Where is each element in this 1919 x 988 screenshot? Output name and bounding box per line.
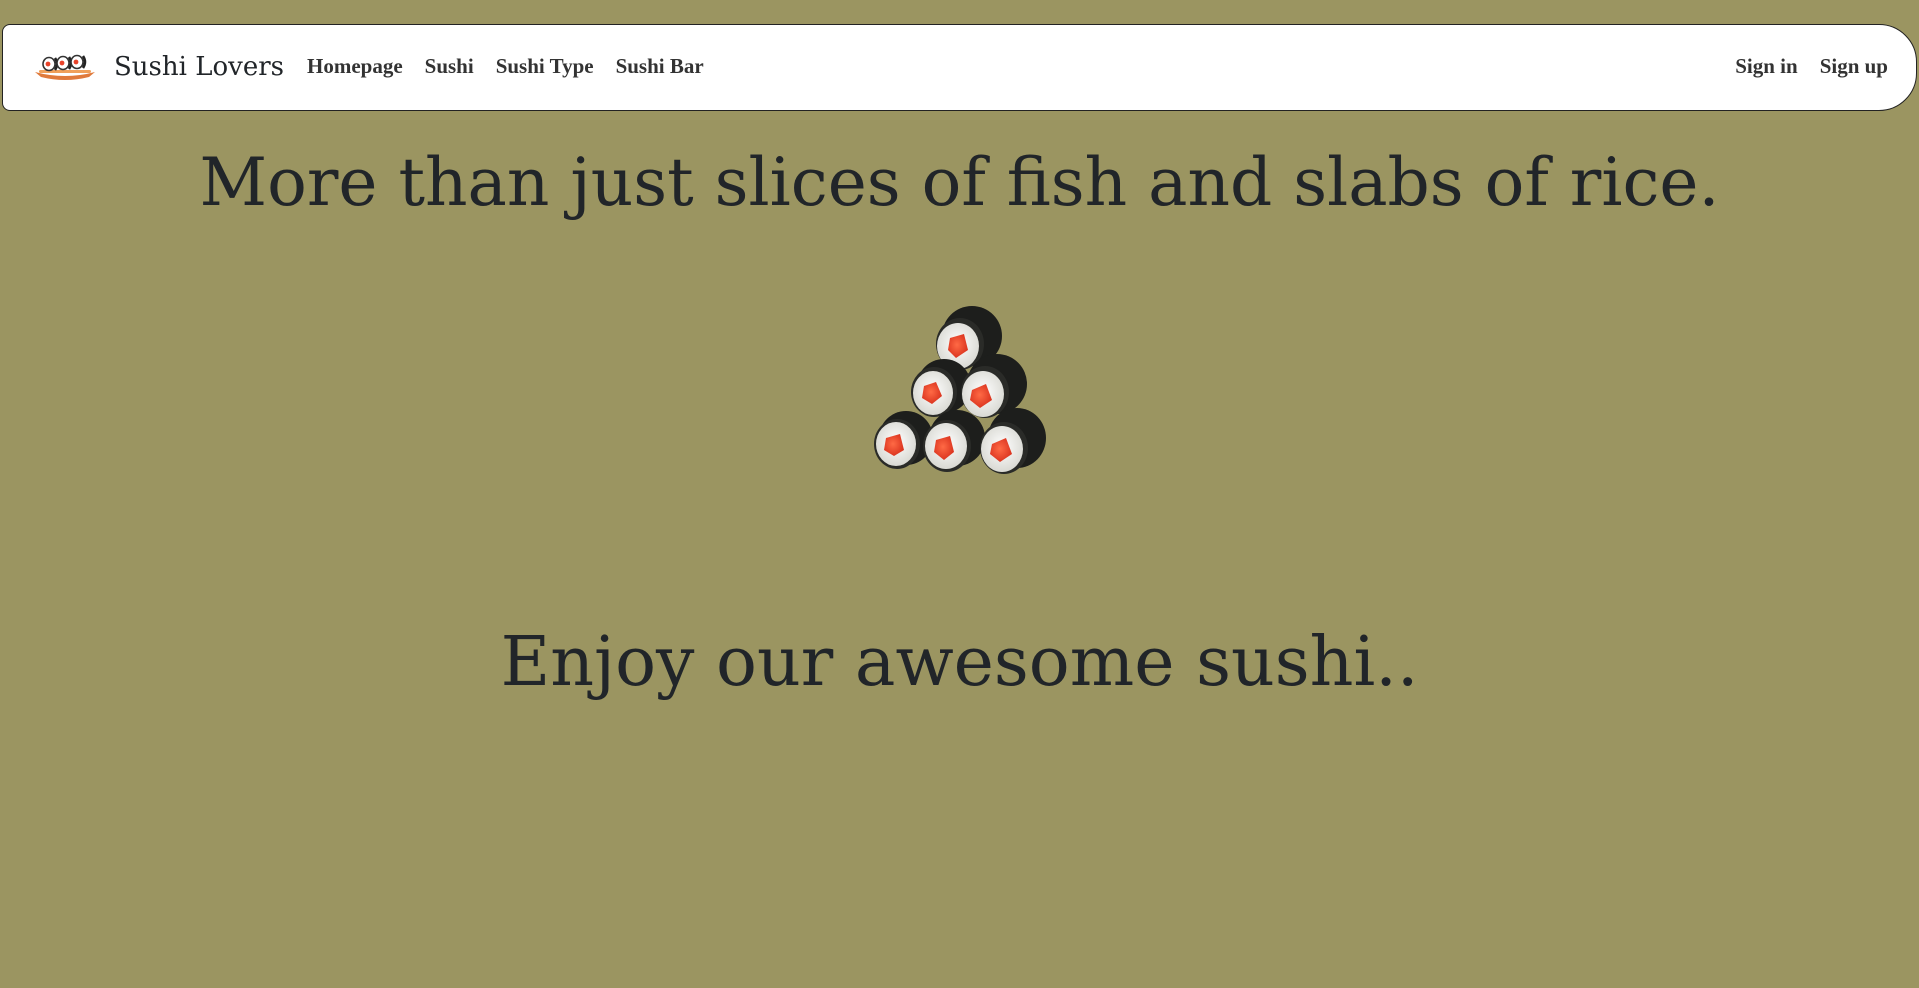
auth-nav: Sign in Sign up	[1735, 54, 1888, 79]
hero-subheadline: Enjoy our awesome sushi..	[500, 623, 1419, 702]
sushi-roll	[980, 408, 1046, 474]
nav-link-sushi-bar[interactable]: Sushi Bar	[616, 54, 704, 79]
brand-name: Sushi Lovers	[114, 52, 284, 82]
sushi-rolls-pyramid-image	[874, 306, 1046, 474]
hero-headline: More than just slices of fish and slabs …	[199, 144, 1720, 221]
nav-link-sushi-type[interactable]: Sushi Type	[496, 54, 594, 79]
brand[interactable]: Sushi Lovers	[33, 45, 284, 89]
sign-up-link[interactable]: Sign up	[1820, 54, 1888, 79]
sushi-roll	[923, 410, 985, 472]
main-nav: Homepage Sushi Sushi Type Sushi Bar	[307, 54, 704, 79]
nav-link-homepage[interactable]: Homepage	[307, 54, 403, 79]
nav-link-sushi[interactable]: Sushi	[425, 54, 474, 79]
page: Sushi Lovers Homepage Sushi Sushi Type S…	[0, 0, 1919, 988]
sign-in-link[interactable]: Sign in	[1735, 54, 1797, 79]
top-navbar: Sushi Lovers Homepage Sushi Sushi Type S…	[2, 24, 1917, 111]
sushi-boat-logo-icon	[35, 54, 95, 80]
